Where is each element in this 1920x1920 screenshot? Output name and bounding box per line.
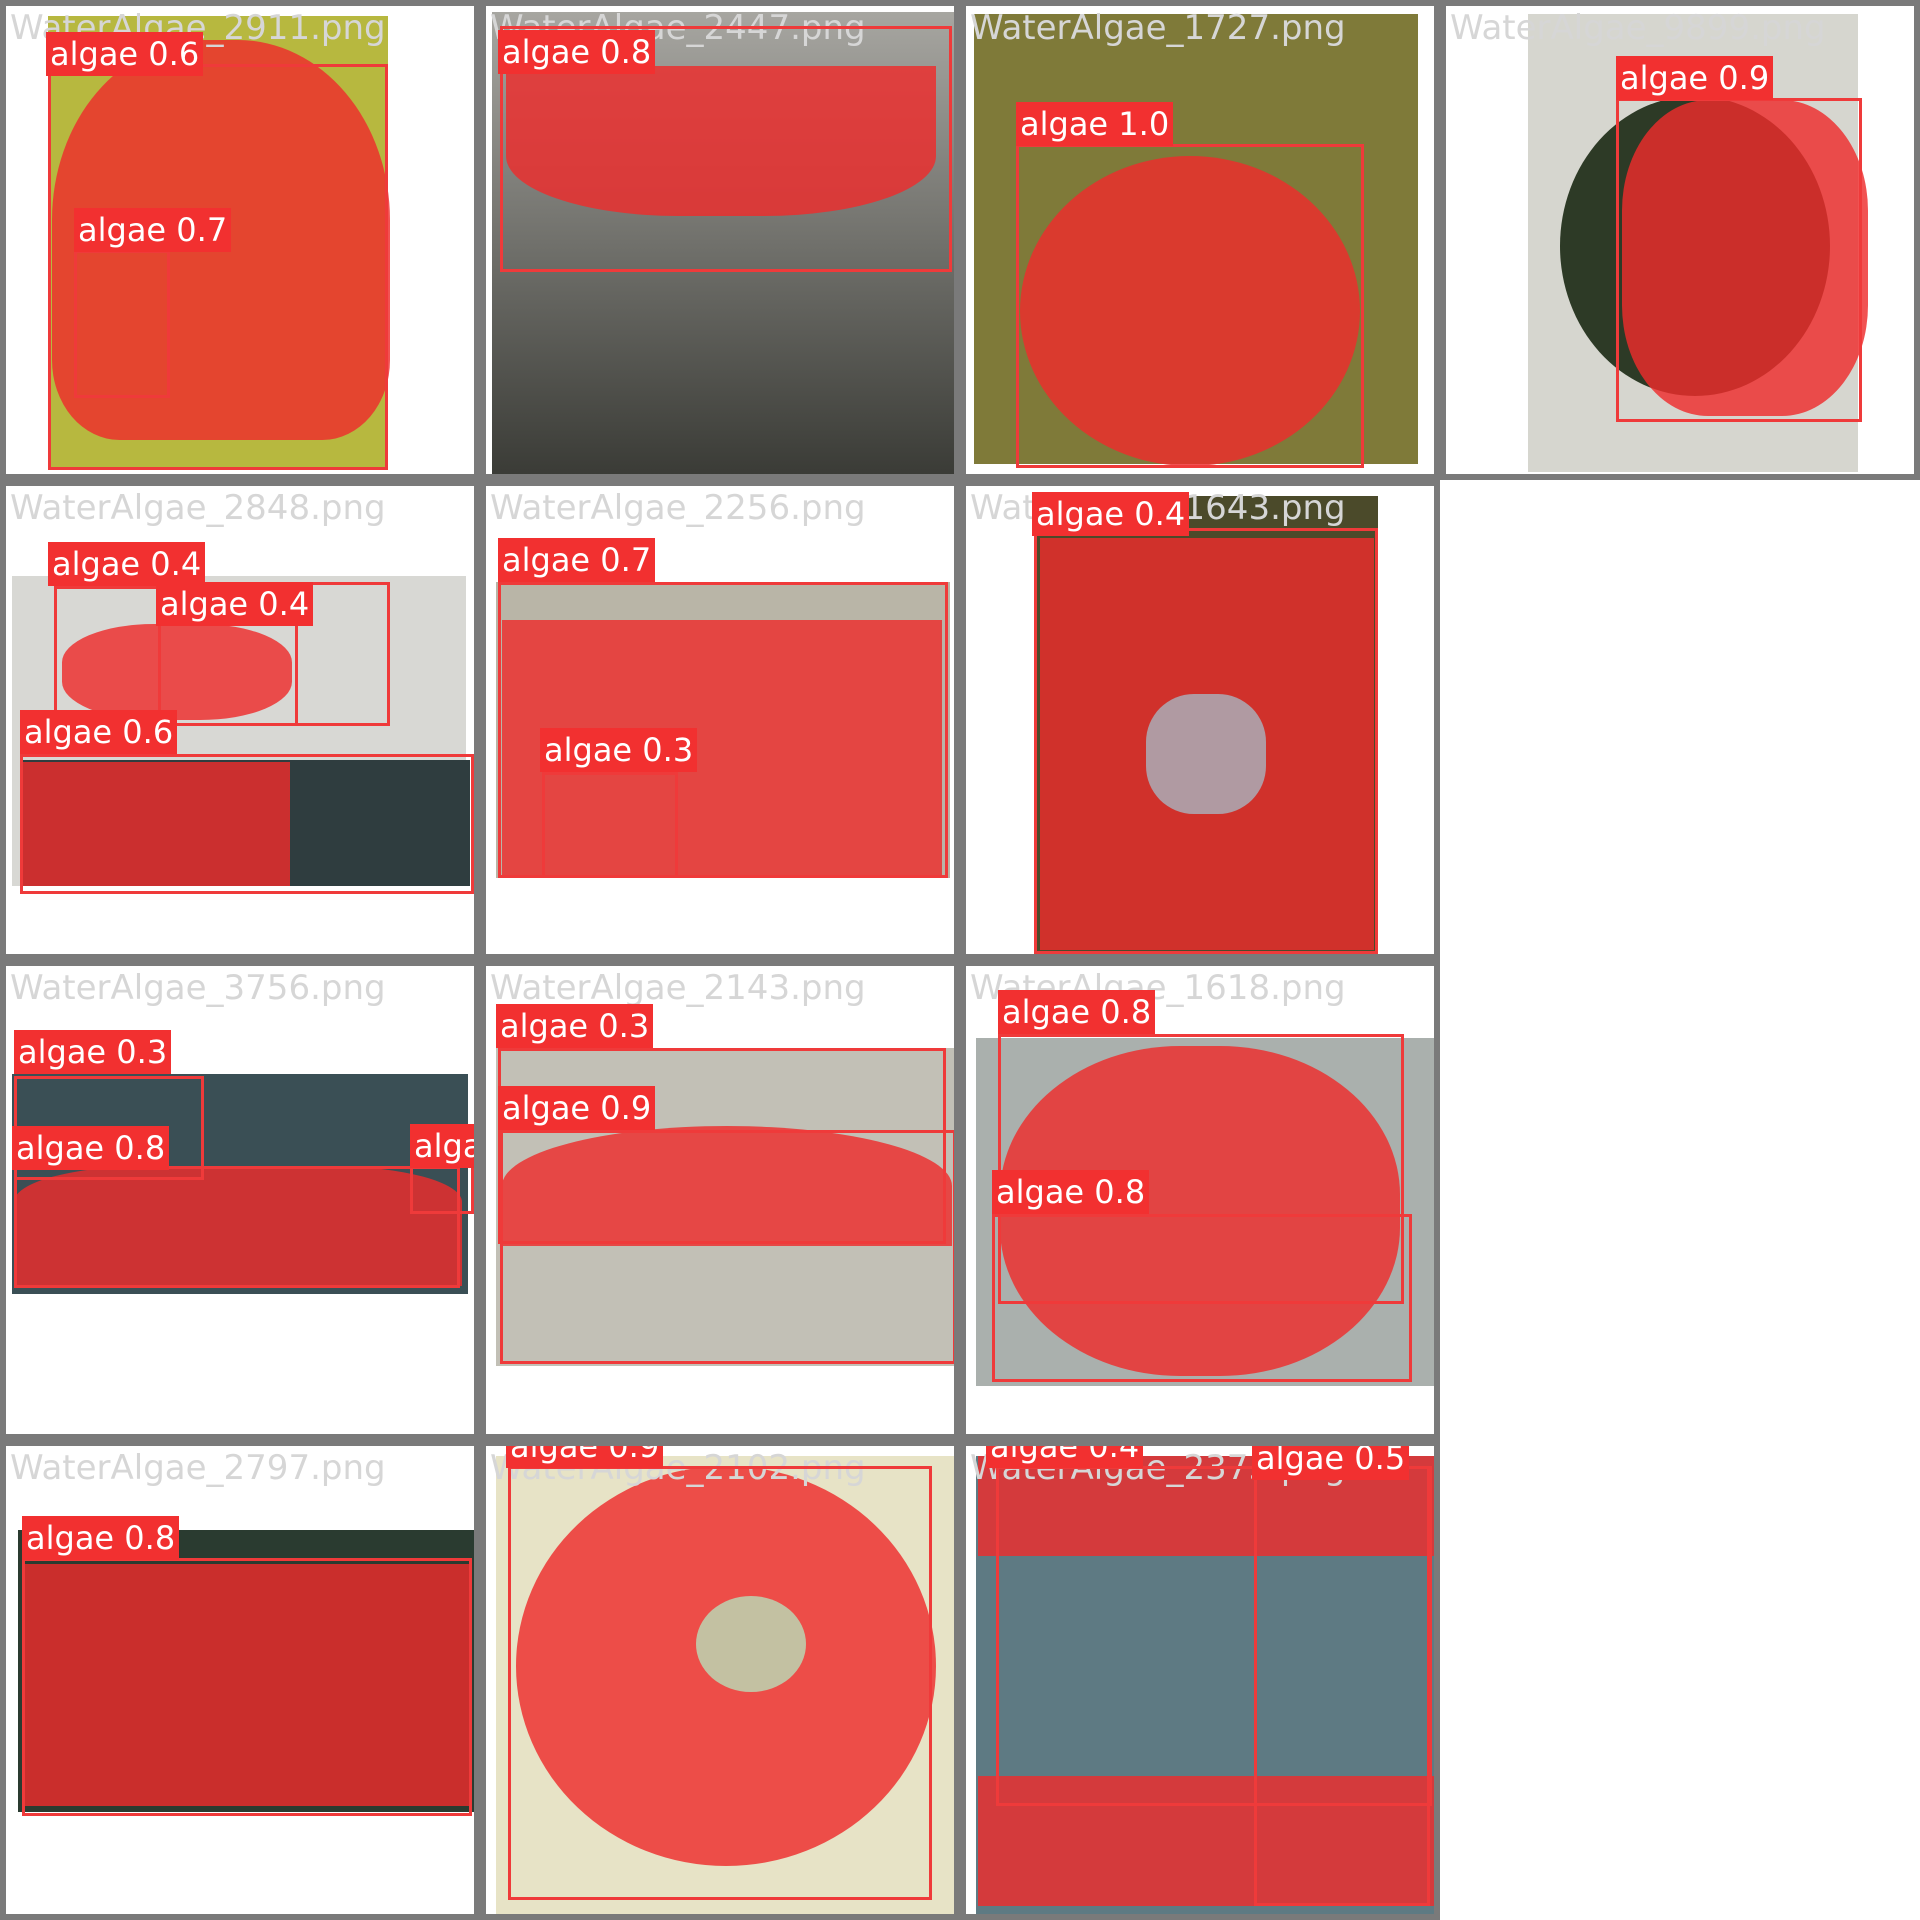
- detection-label: algae 1.0: [1016, 102, 1174, 146]
- detection-label: algae 0.3: [540, 728, 698, 772]
- image-tile: WaterAlgae_2797.png algae 0.8: [0, 1440, 480, 1920]
- detection-label: algae 0.6: [46, 32, 204, 76]
- detection-label: algae 0.4: [48, 542, 206, 586]
- detection-label: algae 0.7: [498, 538, 656, 582]
- detection-box: [1034, 528, 1378, 954]
- detection-box: [20, 754, 474, 894]
- detection-label: algae 0.9: [506, 1446, 664, 1468]
- detection-box: [992, 1214, 1412, 1382]
- detection-box: [542, 772, 678, 878]
- detection-label: algae 0.3: [14, 1030, 172, 1074]
- detection-label: algae 0.8: [998, 990, 1156, 1034]
- image-filename: WaterAlgae_2848.png: [10, 488, 386, 528]
- detection-box: [1616, 98, 1862, 422]
- detection-label: algae 0.8: [498, 30, 656, 74]
- detection-label: algae 0.8: [992, 1170, 1150, 1214]
- detection-label: algae 0.4: [986, 1446, 1144, 1468]
- image-tile: WaterAlgae_1643.png algae 0.4: [960, 480, 1440, 960]
- image-tile: WaterAlgae_1618.png algae 0.8 algae 0.8: [960, 960, 1440, 1440]
- detection-box: [22, 1558, 472, 1816]
- detection-label: algae 0.3: [496, 1004, 654, 1048]
- image-tile: WaterAlgae_2911.png algae 0.6 algae 0.7: [0, 0, 480, 480]
- detection-label: algae 0.8: [12, 1126, 170, 1170]
- detection-box: [1016, 144, 1364, 468]
- image-tile: WaterAlgae_2143.png algae 0.3 algae 0.9: [480, 960, 960, 1440]
- image-tile: WaterAlgae_2375.png algae 0.4 algae 0.5: [960, 1440, 1440, 1920]
- image-filename: WaterAlgae_2797.png: [10, 1448, 386, 1488]
- image-tile: WaterAlgae_2447.png algae 0.8: [480, 0, 960, 480]
- detection-label: algae 0.5: [410, 1124, 474, 1168]
- detection-label: algae 0.7: [74, 208, 232, 252]
- detection-box: [410, 1162, 474, 1214]
- image-filename: WaterAlgae_3756.png: [10, 968, 386, 1008]
- image-tile: WaterAlgae_2256.png algae 0.7 algae 0.3: [480, 480, 960, 960]
- detection-box: [1254, 1466, 1430, 1906]
- detection-box: [14, 1166, 460, 1288]
- detection-label: algae 0.4: [1032, 492, 1190, 536]
- image-tile: WaterAlgae_2848.png algae 0.4 algae 0.4 …: [0, 480, 480, 960]
- image-filename: WaterAlgae_2256.png: [490, 488, 866, 528]
- image-filename: WaterAlgae_9899.png: [1450, 8, 1826, 48]
- detection-label: algae 0.5: [1252, 1446, 1410, 1480]
- detection-label: algae 0.9: [498, 1086, 656, 1130]
- detection-box: [508, 1466, 932, 1900]
- detection-label: algae 0.6: [20, 710, 178, 754]
- image-tile: WaterAlgae_1727.png algae 1.0: [960, 0, 1440, 480]
- detection-box: [74, 250, 170, 398]
- detection-label: algae 0.4: [156, 582, 314, 626]
- detection-box: [500, 1130, 954, 1364]
- image-filename: WaterAlgae_1727.png: [970, 8, 1346, 48]
- image-tile: WaterAlgae_3756.png algae 0.3 algae 0.8 …: [0, 960, 480, 1440]
- image-tile: WaterAlgae_2102.png algae 0.9: [480, 1440, 960, 1920]
- detection-label: algae 0.8: [22, 1516, 180, 1560]
- image-tile: WaterAlgae_9899.png algae 0.9: [1440, 0, 1920, 480]
- detection-label: algae 0.9: [1616, 56, 1774, 100]
- image-filename: WaterAlgae_2143.png: [490, 968, 866, 1008]
